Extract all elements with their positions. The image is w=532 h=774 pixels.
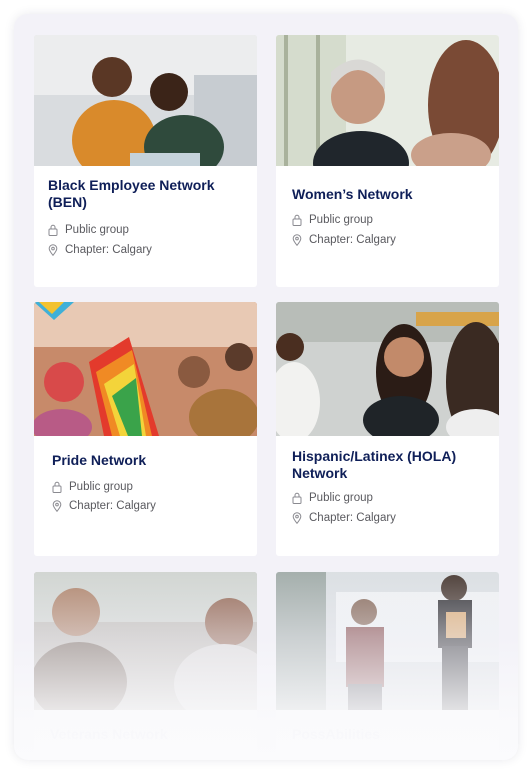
- group-photo: [276, 35, 499, 166]
- visibility-label: Public group: [309, 214, 373, 226]
- chapter-row: Chapter: Calgary: [52, 500, 156, 512]
- chapter-label: Chapter: Calgary: [309, 234, 396, 246]
- lock-icon: [292, 492, 302, 504]
- group-card-ben[interactable]: Black Employee Network (BEN) Public grou…: [34, 35, 257, 287]
- visibility-label: Public group: [309, 492, 373, 504]
- chapter-label: Chapter: Calgary: [65, 244, 152, 256]
- group-photo: [276, 572, 499, 710]
- visibility-row: Public group: [52, 481, 133, 493]
- visibility-label: Public group: [65, 224, 129, 236]
- group-card-womens[interactable]: Women’s Network Public group Chapter: Ca…: [276, 35, 499, 287]
- group-title[interactable]: Pride Network: [52, 452, 247, 469]
- group-title[interactable]: Women’s Network: [292, 186, 489, 203]
- lock-icon: [48, 224, 58, 236]
- group-photo: [34, 302, 257, 436]
- group-card-hola[interactable]: Hispanic/Latinex (HOLA) Network Public g…: [276, 302, 499, 556]
- group-title[interactable]: Black Employee Network (BEN): [48, 177, 247, 211]
- group-photo: [276, 302, 499, 436]
- location-pin-icon: [48, 244, 58, 256]
- group-card-possabilities[interactable]: PossAbilities: [276, 572, 499, 760]
- chapter-label: Chapter: Calgary: [309, 512, 396, 524]
- group-title[interactable]: Veterans Network: [50, 726, 247, 743]
- lock-icon: [292, 214, 302, 226]
- visibility-row: Public group: [292, 214, 373, 226]
- location-pin-icon: [292, 512, 302, 524]
- group-photo: [34, 35, 257, 166]
- chapter-label: Chapter: Calgary: [69, 500, 156, 512]
- visibility-label: Public group: [69, 481, 133, 493]
- lock-icon: [52, 481, 62, 493]
- location-pin-icon: [292, 234, 302, 246]
- group-grid-panel: Black Employee Network (BEN) Public grou…: [14, 14, 518, 760]
- visibility-row: Public group: [292, 492, 373, 504]
- location-pin-icon: [52, 500, 62, 512]
- chapter-row: Chapter: Calgary: [292, 234, 396, 246]
- group-title[interactable]: Hispanic/Latinex (HOLA) Network: [292, 448, 489, 482]
- visibility-row: Public group: [48, 224, 129, 236]
- chapter-row: Chapter: Calgary: [292, 512, 396, 524]
- group-card-pride[interactable]: Pride Network Public group Chapter: Calg…: [34, 302, 257, 556]
- group-photo: [34, 572, 257, 710]
- chapter-row: Chapter: Calgary: [48, 244, 152, 256]
- group-title[interactable]: PossAbilities: [292, 726, 489, 743]
- group-card-veterans[interactable]: Veterans Network: [34, 572, 257, 760]
